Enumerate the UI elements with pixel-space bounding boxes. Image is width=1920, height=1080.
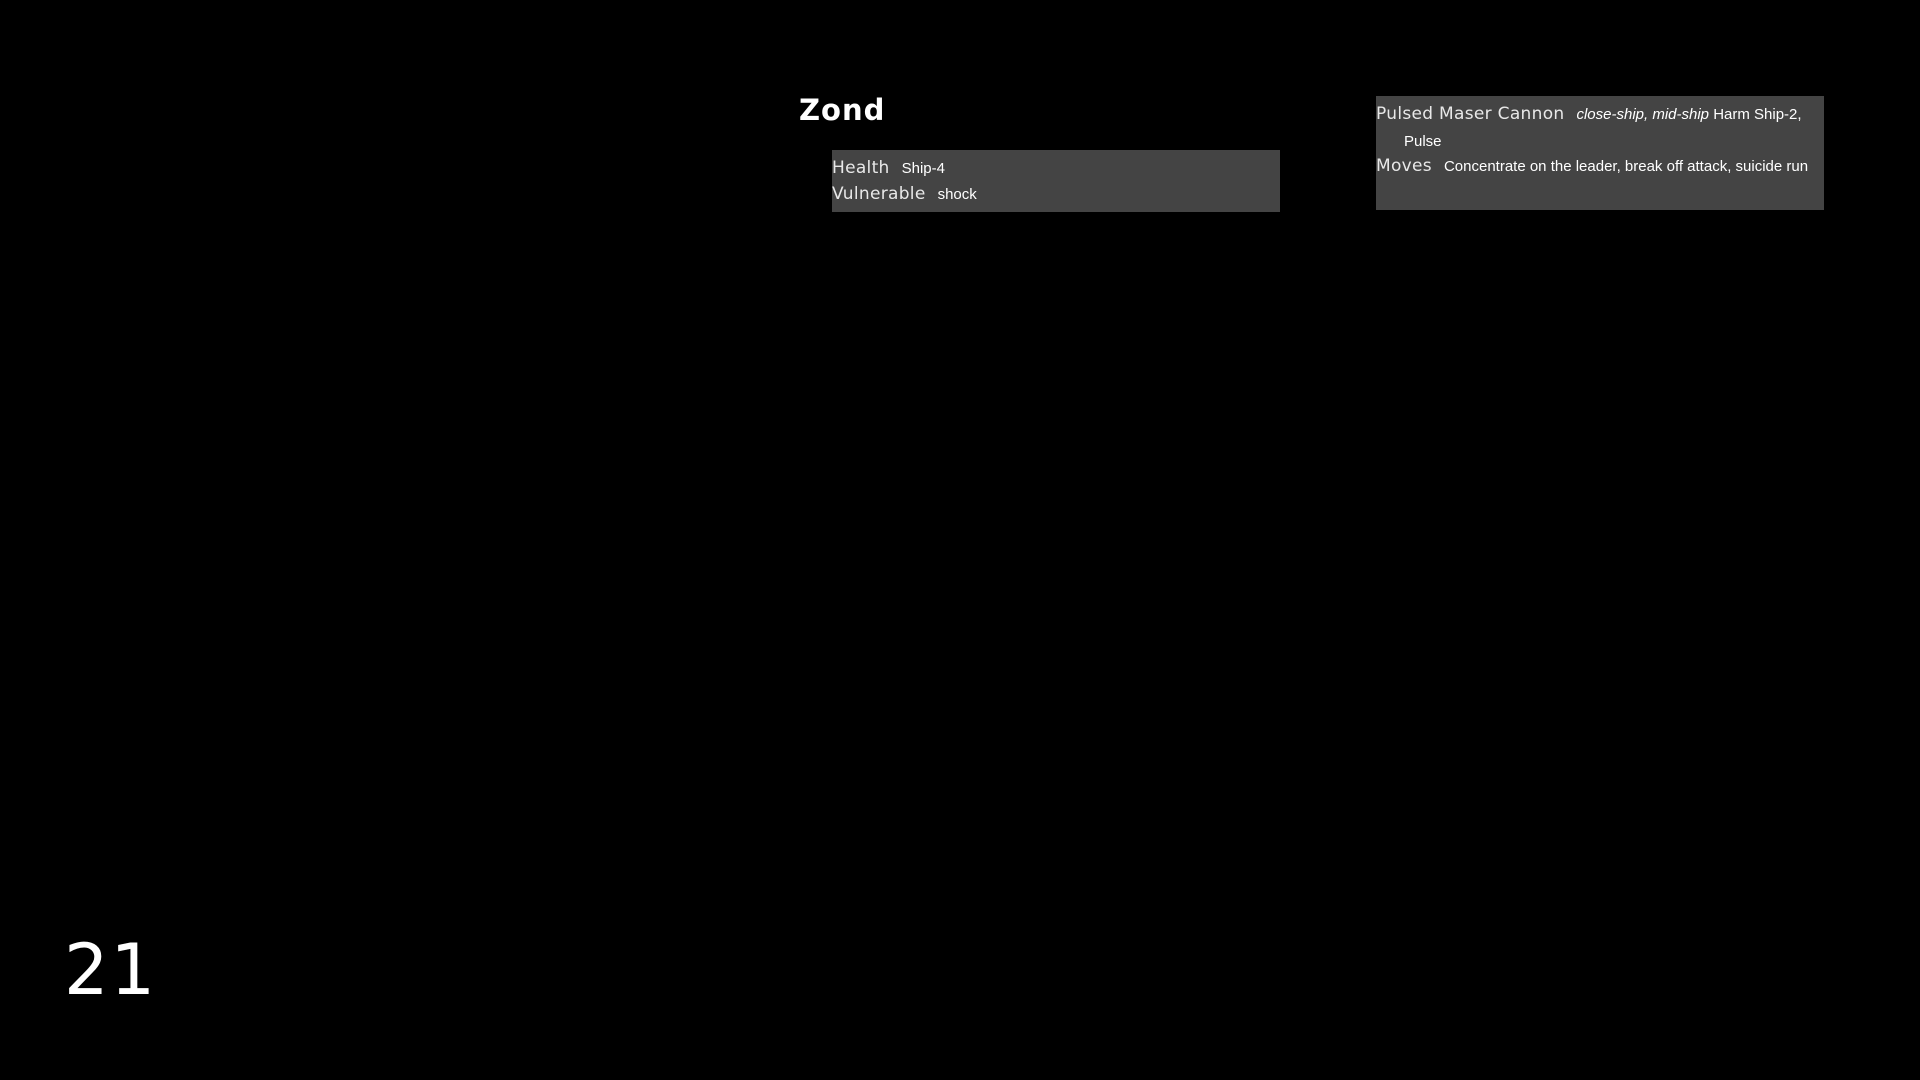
health-label: Health [832,158,890,178]
vulnerable-label: Vulnerable [832,184,926,204]
weapon-harm-label: Harm [1713,106,1750,123]
weapon-row: Pulsed Maser Cannon close-ship, mid-ship … [1376,101,1824,155]
vulnerable-value: shock [937,186,977,203]
stats-panel: Health Ship-4 Vulnerable shock [832,150,1280,212]
health-row: Health Ship-4 [832,155,1280,182]
health-value: Ship-4 [901,160,945,177]
moves-value: Concentrate on the leader, break off att… [1443,158,1809,175]
weapon-ranges: close-ship, mid-ship [1576,106,1710,123]
vulnerable-row: Vulnerable shock [832,181,1280,208]
weapon-name: Pulsed Maser Cannon [1376,104,1565,124]
moves-row: Moves Concentrate on the leader, break of… [1376,153,1824,180]
page-number: 21 [64,929,158,1011]
page-title: Zond [799,93,886,127]
weapon-panel: Pulsed Maser Cannon close-ship, mid-ship … [1376,96,1824,210]
moves-label: Moves [1376,156,1432,176]
